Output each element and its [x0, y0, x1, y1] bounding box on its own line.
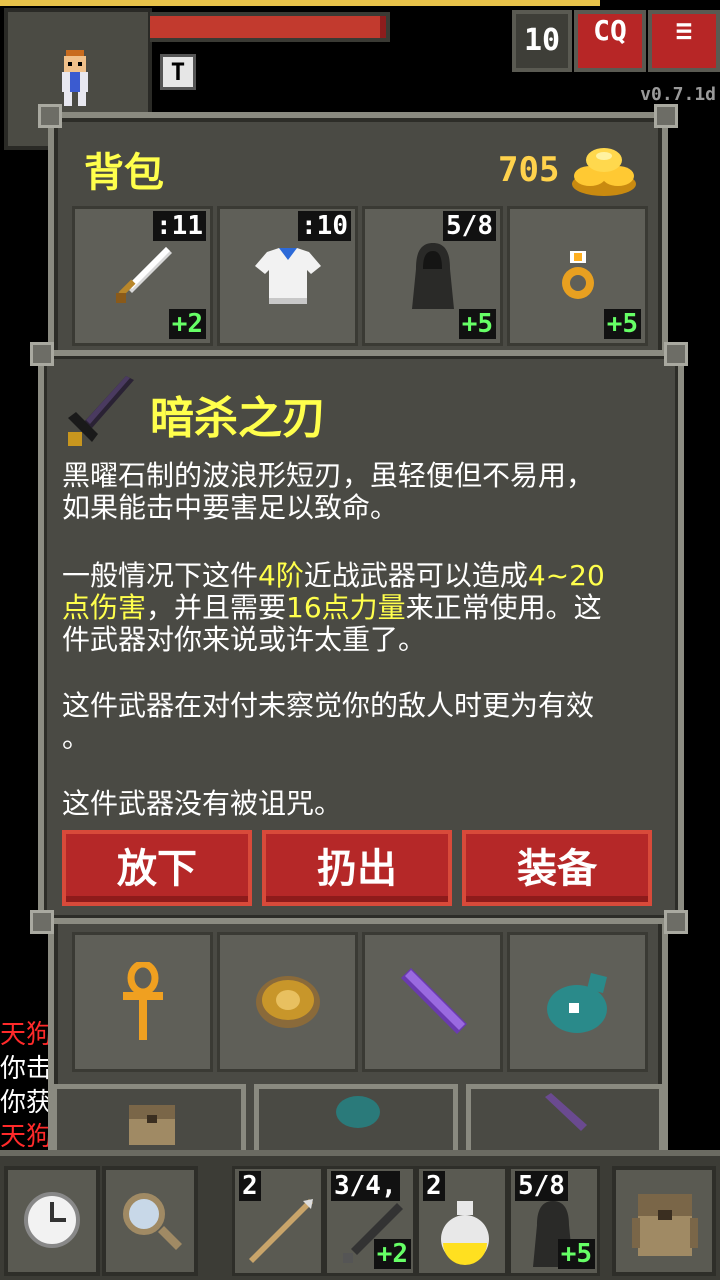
- buff-indicator[interactable]: T: [160, 54, 196, 90]
- item-bonus: +5: [603, 309, 641, 339]
- description-line: 。: [62, 721, 91, 754]
- item-stats: 一般情况下这件4阶近战武器可以造成4~20 点伤害，并且需要16点力量来正常使用…: [62, 560, 662, 656]
- backpack-icon: [632, 1194, 698, 1256]
- item-special: 这件武器在对付未察觉你的敌人时更为有效 。: [62, 690, 662, 754]
- spear-icon: [249, 1199, 313, 1263]
- window-corner: [30, 910, 54, 934]
- window-corner: [664, 910, 688, 934]
- wait-button[interactable]: [4, 1166, 100, 1276]
- clock-icon: [24, 1192, 80, 1248]
- item-bonus: +2: [168, 309, 206, 339]
- version-label: v0.7.1d: [640, 84, 716, 105]
- description-line: 这件武器在对付未察觉你的敌人时更为有效: [62, 689, 595, 722]
- experience-bar: [0, 0, 600, 6]
- gold-count: 705: [498, 150, 560, 190]
- backpack-slot[interactable]: [217, 932, 358, 1072]
- item-bonus: +5: [458, 309, 496, 339]
- backpack-slot[interactable]: [72, 932, 213, 1072]
- window-corner: [30, 342, 54, 366]
- strength-highlight: 16点力量: [286, 591, 406, 624]
- assassins-blade-icon: [68, 376, 134, 446]
- equipment-slot-armor[interactable]: :10: [217, 206, 358, 346]
- hero-icon: [62, 50, 88, 106]
- equipment-slot-ring[interactable]: +5: [507, 206, 648, 346]
- cloak-icon: [411, 243, 454, 309]
- equipment-slot-weapon[interactable]: :11 +2: [72, 206, 213, 346]
- equipment-slot-artifact[interactable]: 5/8 +5: [362, 206, 503, 346]
- armor-icon: [254, 248, 321, 304]
- seed-pouch-icon: [546, 973, 607, 1033]
- gold-pile-icon: [572, 148, 636, 196]
- backpack-items-row: [72, 932, 648, 1072]
- search-button[interactable]: [102, 1166, 198, 1276]
- quickslot-3[interactable]: 2: [416, 1166, 508, 1276]
- item-level: :11: [153, 211, 206, 241]
- backpack-slot[interactable]: [362, 932, 503, 1072]
- item-charge: 5/8: [515, 1171, 568, 1201]
- stat-text: 来正常使用。这: [405, 591, 602, 624]
- seed-pouch-icon: [336, 1096, 380, 1128]
- drop-button[interactable]: 放下: [62, 830, 252, 906]
- item-title: 暗杀之刃: [150, 393, 326, 444]
- window-corner: [664, 342, 688, 366]
- description-line: 黑曜石制的波浪形短刃，虽轻便但不易用，: [62, 459, 595, 492]
- backpack-slot[interactable]: [507, 932, 648, 1072]
- item-bonus: +5: [557, 1239, 595, 1269]
- stat-text: 近战武器可以造成: [303, 559, 528, 592]
- damage-highlight: 点伤害: [62, 591, 147, 624]
- description-line: 这件武器没有被诅咒。: [62, 787, 343, 820]
- ring-icon: [561, 251, 594, 299]
- damage-highlight: 4~20: [527, 559, 605, 592]
- backpack-icon: [129, 1105, 175, 1145]
- wand-icon: [545, 1093, 587, 1131]
- magnifier-icon: [123, 1193, 182, 1250]
- item-bonus: +2: [373, 1239, 411, 1269]
- item-level: :10: [298, 211, 351, 241]
- potion-icon: [441, 1201, 489, 1265]
- backpack-title: 背包: [84, 150, 164, 196]
- health-bar: [150, 12, 390, 42]
- equipment-row: :11 +2 :10 5/8 +5 +5: [72, 206, 648, 346]
- journal-button[interactable]: CQ: [574, 10, 646, 72]
- description-line: 如果能击中要害足以致命。: [62, 491, 399, 524]
- curse-status: 这件武器没有被诅咒。: [62, 788, 662, 820]
- stat-text: ，并且需要: [146, 591, 287, 624]
- throw-button[interactable]: 扔出: [262, 830, 452, 906]
- window-corner: [38, 104, 62, 128]
- quickslot-4[interactable]: 5/8 +5: [508, 1166, 600, 1276]
- equip-button[interactable]: 装备: [462, 830, 652, 906]
- item-charge: 5/8: [443, 211, 496, 241]
- item-description: 黑曜石制的波浪形短刃，虽轻便但不易用， 如果能击中要害足以致命。: [62, 460, 662, 524]
- quickslot-2[interactable]: 3/4, +2: [324, 1166, 416, 1276]
- depth-indicator: 10: [512, 10, 572, 72]
- scroll-holder-icon: [255, 976, 320, 1028]
- sword-icon: [115, 247, 172, 303]
- inventory-button[interactable]: [612, 1166, 716, 1276]
- tier-highlight: 4阶: [258, 559, 304, 592]
- description-line: 件武器对你来说或许太重了。: [62, 623, 427, 656]
- item-quantity: 2: [423, 1171, 445, 1201]
- quickslot-1[interactable]: 2: [232, 1166, 324, 1276]
- window-corner: [654, 104, 678, 128]
- ankh-icon: [122, 962, 163, 1040]
- menu-button[interactable]: ≡: [648, 10, 720, 72]
- stat-text: 一般情况下这件: [62, 559, 259, 592]
- wand-icon: [400, 968, 467, 1034]
